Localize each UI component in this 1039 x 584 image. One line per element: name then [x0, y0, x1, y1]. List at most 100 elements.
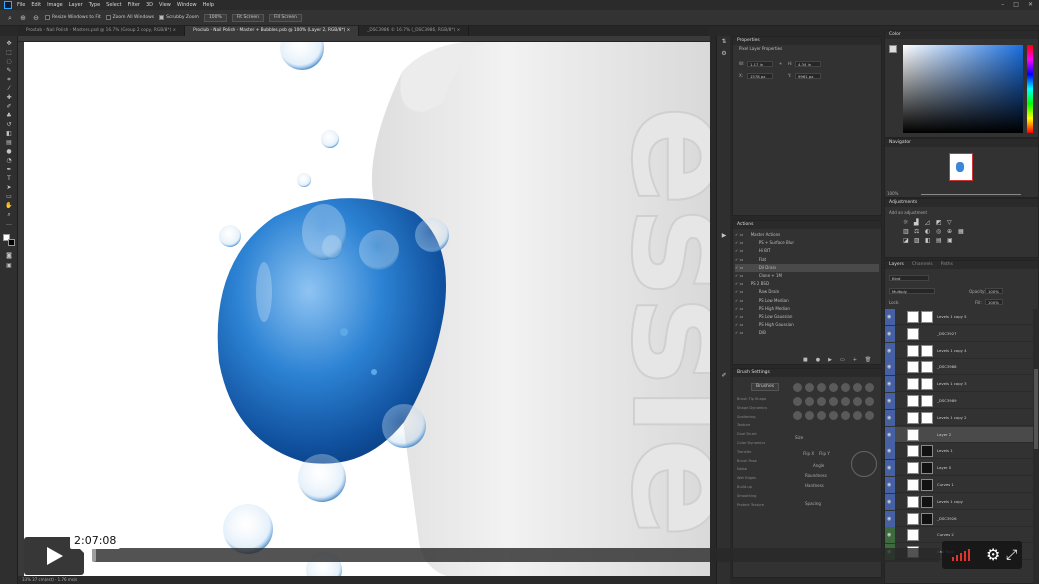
spacer-icon-3[interactable]: [980, 219, 989, 226]
menu-3d[interactable]: 3D: [146, 2, 153, 8]
action-check-icon[interactable]: ✓ ▭: [735, 232, 745, 237]
shape-tool-icon[interactable]: ▭: [4, 193, 14, 200]
brush-option-item[interactable]: Smoothing: [737, 492, 756, 500]
color-picker-field[interactable]: [903, 45, 1023, 133]
history-brush-icon[interactable]: ↺: [4, 121, 14, 128]
stamp-tool-icon[interactable]: ♣: [4, 112, 14, 119]
action-item[interactable]: ✓ ▭ PS 2 BSD: [735, 280, 879, 288]
channel-mixer-icon[interactable]: ⊕: [947, 228, 956, 235]
minimize-button[interactable]: –: [1001, 1, 1004, 8]
action-item[interactable]: ✓ ▭ PS Low Gaussian: [735, 313, 879, 321]
action-item[interactable]: ✓ ▭ D/B: [735, 329, 879, 337]
brush-option-item[interactable]: Build-up: [737, 483, 752, 491]
fullscreen-icon[interactable]: ⤢: [1006, 545, 1017, 565]
layer-row[interactable]: ◉ Levels 1 copy 5: [885, 309, 1039, 325]
menu-edit[interactable]: Edit: [31, 2, 41, 8]
properties-panel-icon[interactable]: ⚙: [719, 50, 729, 57]
fit-screen-button[interactable]: Fit Screen: [231, 13, 264, 22]
layer-row[interactable]: ◉ _DSC3989: [885, 393, 1039, 409]
layer-row[interactable]: ◉ Levels 1 copy 4: [885, 342, 1039, 359]
brush-option-item[interactable]: Color Dynamics: [737, 439, 765, 447]
link-icon[interactable]: ⚭: [779, 61, 782, 66]
menu-file[interactable]: File: [17, 2, 25, 8]
exposure-icon[interactable]: ◩: [936, 219, 945, 226]
brush-option-item[interactable]: Scattering: [737, 413, 756, 421]
layer-row[interactable]: ◉ Levels 1: [885, 443, 1039, 460]
action-item[interactable]: ✓ ▭ Flat: [735, 256, 879, 264]
brush-option-item[interactable]: Shape Dynamics: [737, 404, 767, 412]
action-item[interactable]: ✓ ▭ Raw Drain: [735, 288, 879, 296]
healing-tool-icon[interactable]: ✚: [4, 94, 14, 101]
layer-filter-kind[interactable]: Kind: [889, 275, 929, 281]
layer-mask-thumbnail[interactable]: [921, 479, 933, 491]
menu-help[interactable]: Help: [203, 2, 214, 8]
visibility-eye-icon[interactable]: ◉: [887, 448, 893, 454]
fill-screen-button[interactable]: Fill Screen: [268, 13, 302, 22]
eyedropper-tool-icon[interactable]: ⁄: [4, 85, 14, 92]
brush-option-item[interactable]: Protect Texture: [737, 501, 764, 509]
layer-mask-thumbnail[interactable]: [921, 462, 933, 475]
hue-slider[interactable]: [1027, 45, 1033, 133]
visibility-eye-icon[interactable]: ◉: [887, 415, 893, 421]
action-check-icon[interactable]: ✓ ▭: [735, 289, 745, 294]
x-field[interactable]: 1578 px: [747, 73, 773, 79]
brush-tip-preset[interactable]: [805, 383, 814, 392]
brush-tip-preset[interactable]: [853, 383, 862, 392]
spacer-icon-5[interactable]: [980, 228, 989, 235]
play-action-icon[interactable]: ▶: [828, 357, 832, 363]
lookup-icon[interactable]: ▦: [958, 228, 967, 235]
brush-tip-preset[interactable]: [829, 383, 838, 392]
more-tools-icon[interactable]: ···: [4, 222, 14, 229]
layer-mask-thumbnail[interactable]: [921, 512, 933, 525]
zoom-tool-icon[interactable]: ⌕: [6, 14, 14, 22]
menu-select[interactable]: Select: [106, 2, 121, 8]
menu-window[interactable]: Window: [177, 2, 197, 8]
brush-angle-dial[interactable]: [851, 451, 877, 477]
visibility-eye-icon[interactable]: ◉: [887, 398, 893, 404]
visibility-eye-icon[interactable]: ◉: [887, 331, 893, 337]
menu-layer[interactable]: Layer: [69, 2, 83, 8]
color-foreground-swatch[interactable]: [889, 45, 897, 53]
brush-option-item[interactable]: Brush Pose: [737, 457, 757, 465]
layer-row[interactable]: ◉ _DSC3927: [885, 325, 1039, 342]
navigator-zoom-slider[interactable]: [921, 194, 1021, 195]
gradient-map-icon[interactable]: ▤: [936, 237, 945, 244]
action-check-icon[interactable]: ✓ ▭: [735, 298, 745, 303]
navigator-thumbnail[interactable]: [949, 153, 973, 181]
layer-row[interactable]: ◉ Levels 1 copy 2: [885, 409, 1039, 426]
selective-color-icon[interactable]: ▣: [947, 237, 956, 244]
layer-row[interactable]: ◉ Layer 2: [885, 426, 1039, 443]
brush-option-item[interactable]: Noise: [737, 465, 747, 473]
navigator-zoom-value[interactable]: 100%: [887, 191, 898, 196]
close-button[interactable]: ✕: [1028, 1, 1033, 8]
layer-mask-thumbnail[interactable]: [921, 344, 933, 357]
brush-tip-preset[interactable]: [865, 383, 874, 392]
tab-dsc3986[interactable]: _DSC3986 © 16.7% (_DSC3986, RGB/8*) ×: [359, 26, 470, 36]
brush-tip-preset[interactable]: [805, 397, 814, 406]
brush-tip-preset[interactable]: [817, 383, 826, 392]
pen-tool-icon[interactable]: ✒: [4, 166, 14, 173]
brush-option-item[interactable]: Texture: [737, 421, 750, 429]
brush-option-item[interactable]: Dual Brush: [737, 430, 757, 438]
menu-image[interactable]: Image: [47, 2, 63, 8]
background-color-swatch[interactable]: [8, 239, 15, 246]
action-item[interactable]: ✓ ▭ Clone + 1M: [735, 272, 879, 280]
maximize-button[interactable]: □: [1013, 1, 1019, 8]
action-check-icon[interactable]: ✓ ▭: [735, 257, 745, 262]
spacer-icon-2[interactable]: [969, 219, 978, 226]
action-item[interactable]: ✓ ▭ Dil Drain: [735, 263, 879, 272]
dodge-tool-icon[interactable]: ◔: [4, 157, 14, 164]
action-check-icon[interactable]: ✓ ▭: [735, 306, 745, 311]
volume-icon[interactable]: [952, 541, 974, 569]
visibility-eye-icon[interactable]: ◉: [887, 348, 893, 354]
brush-tip-preset[interactable]: [865, 397, 874, 406]
brush-tip-preset[interactable]: [841, 383, 850, 392]
brush-tip-preset[interactable]: [817, 411, 826, 420]
move-tool-icon[interactable]: ✥: [4, 40, 14, 47]
layer-row[interactable]: ◉ _DSC3926: [885, 510, 1039, 527]
menu-type[interactable]: Type: [89, 2, 100, 8]
spacer-icon[interactable]: [958, 219, 967, 226]
screen-mode-icon[interactable]: ▣: [4, 262, 14, 269]
layer-row[interactable]: ◉ Levels 1 copy 3: [885, 376, 1039, 393]
brightness-icon[interactable]: ☼: [903, 219, 912, 226]
